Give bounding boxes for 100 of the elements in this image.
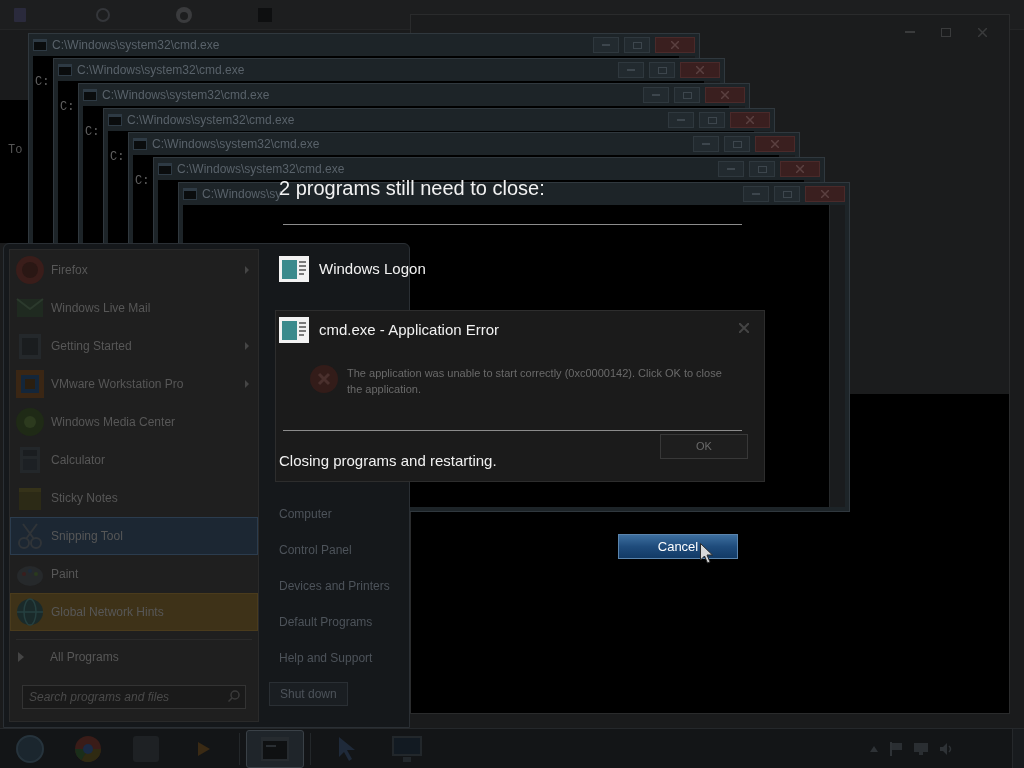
close-button[interactable] (705, 87, 745, 103)
close-button[interactable] (755, 136, 795, 152)
ok-button[interactable]: OK (660, 434, 748, 459)
console-icon (108, 114, 122, 126)
speaker-icon[interactable] (940, 742, 954, 755)
menu-link[interactable]: Control Panel (269, 532, 404, 568)
console-icon (133, 138, 147, 150)
orb-icon (16, 734, 44, 763)
window-title: C:\Windows\system32\cmd.exe (127, 112, 295, 128)
caret-icon (245, 266, 249, 274)
maximize-button[interactable] (749, 161, 775, 177)
all-programs-button[interactable]: All Programs (10, 644, 258, 670)
program-item[interactable]: Calculator (10, 441, 258, 479)
minimize-button[interactable] (718, 161, 744, 177)
window-title: C:\Windows\system32\cmd.exe (52, 37, 220, 53)
minimize-button[interactable] (593, 37, 619, 53)
search-icon (228, 690, 240, 702)
maximize-button[interactable] (699, 112, 725, 128)
console-prompt: C: (135, 174, 150, 188)
triangle-icon (198, 741, 210, 756)
maximize-icon (941, 27, 951, 37)
window-title: C:\Windows\system32\cmd.exe (152, 136, 320, 152)
window-title: C:\Windows\system32\cmd.exe (77, 62, 245, 78)
maximize-icon (707, 116, 717, 124)
program-item[interactable]: Snipping Tool (10, 517, 258, 555)
window-title: C:\Windows\system32\cmd.exe (102, 87, 270, 103)
vertical-scrollbar[interactable] (829, 205, 845, 507)
status-text: Closing programs and restarting. (279, 451, 497, 471)
program-window-icon (279, 317, 309, 343)
minimize-button[interactable] (743, 186, 769, 202)
circle-icon[interactable] (96, 8, 110, 22)
program-window-icon (279, 256, 309, 282)
program-item[interactable]: Sticky Notes (10, 479, 258, 517)
menu-link[interactable]: Help and Support (269, 640, 404, 676)
program-item[interactable]: Windows Live Mail (10, 289, 258, 327)
maximize-icon (782, 190, 792, 198)
close-icon (796, 165, 804, 173)
close-button[interactable] (655, 37, 695, 53)
console-icon (83, 89, 97, 101)
close-button[interactable] (730, 112, 770, 128)
maximize-button[interactable] (774, 186, 800, 202)
flag-icon[interactable] (890, 741, 902, 756)
program-item[interactable]: VMware Workstation Pro (10, 365, 258, 403)
globe-icon (15, 597, 45, 627)
error-icon (310, 365, 338, 393)
menu-link[interactable]: Devices and Printers (269, 568, 404, 604)
disc-icon (15, 255, 45, 285)
console-prompt: C: (110, 150, 125, 164)
menu-link[interactable]: Default Programs (269, 604, 404, 640)
close-button[interactable] (680, 62, 720, 78)
program-item[interactable]: Paint (10, 555, 258, 593)
caret-icon (18, 652, 24, 662)
round-logo-icon[interactable] (176, 7, 192, 23)
program-name: Windows Logon (319, 259, 426, 279)
program-item[interactable]: Windows Media Center (10, 403, 258, 441)
close-icon (696, 66, 704, 74)
close-icon (721, 91, 729, 99)
minimize-button[interactable] (643, 87, 669, 103)
program-name: cmd.exe - Application Error (319, 320, 500, 340)
minimize-button[interactable] (668, 112, 694, 128)
console-icon (183, 188, 197, 200)
close-icon (739, 323, 749, 333)
window-title: C:\Windows\system32\cmd.exe (177, 161, 345, 177)
console-icon (58, 64, 72, 76)
close-button[interactable] (736, 320, 752, 336)
window-icon (261, 736, 289, 761)
maximize-button[interactable] (674, 87, 700, 103)
maximize-icon (632, 41, 642, 49)
maximize-icon (757, 165, 767, 173)
program-item[interactable]: Global Network Hints (10, 593, 258, 631)
caret-icon (245, 380, 249, 388)
maximize-button[interactable] (724, 136, 750, 152)
maximize-icon (657, 66, 667, 74)
close-button[interactable] (780, 161, 820, 177)
maximize-button[interactable] (649, 62, 675, 78)
minimize-button[interactable] (693, 136, 719, 152)
cancel-button[interactable]: Cancel (618, 534, 738, 559)
console-text: To (8, 143, 23, 157)
window-title: C:\Windows\sy (202, 187, 282, 202)
close-button[interactable] (805, 186, 845, 202)
arrow-up-icon[interactable] (870, 745, 878, 752)
taskbar-button[interactable] (246, 729, 304, 768)
console-icon (33, 39, 47, 51)
error-message: The application was unable to start correctly (0xc0000142). Click OK to close the application. (347, 366, 723, 397)
squares-icon (15, 369, 45, 399)
shutdown-button[interactable]: Shut down (269, 682, 348, 706)
menu-link[interactable]: Computer (269, 496, 404, 532)
pointer-icon (337, 736, 357, 761)
caret-icon (245, 342, 249, 350)
minimize-button[interactable] (618, 62, 644, 78)
close-icon (821, 190, 829, 198)
maximize-icon (682, 91, 692, 99)
disc-icon (15, 407, 45, 437)
program-item[interactable]: Firefox (10, 251, 258, 289)
maximize-icon (732, 140, 742, 148)
restart-heading: 2 programs still need to close: (279, 176, 545, 199)
page-icon[interactable] (14, 8, 26, 22)
network-icon[interactable] (914, 742, 928, 755)
program-item[interactable]: Getting Started (10, 327, 258, 365)
maximize-button[interactable] (624, 37, 650, 53)
